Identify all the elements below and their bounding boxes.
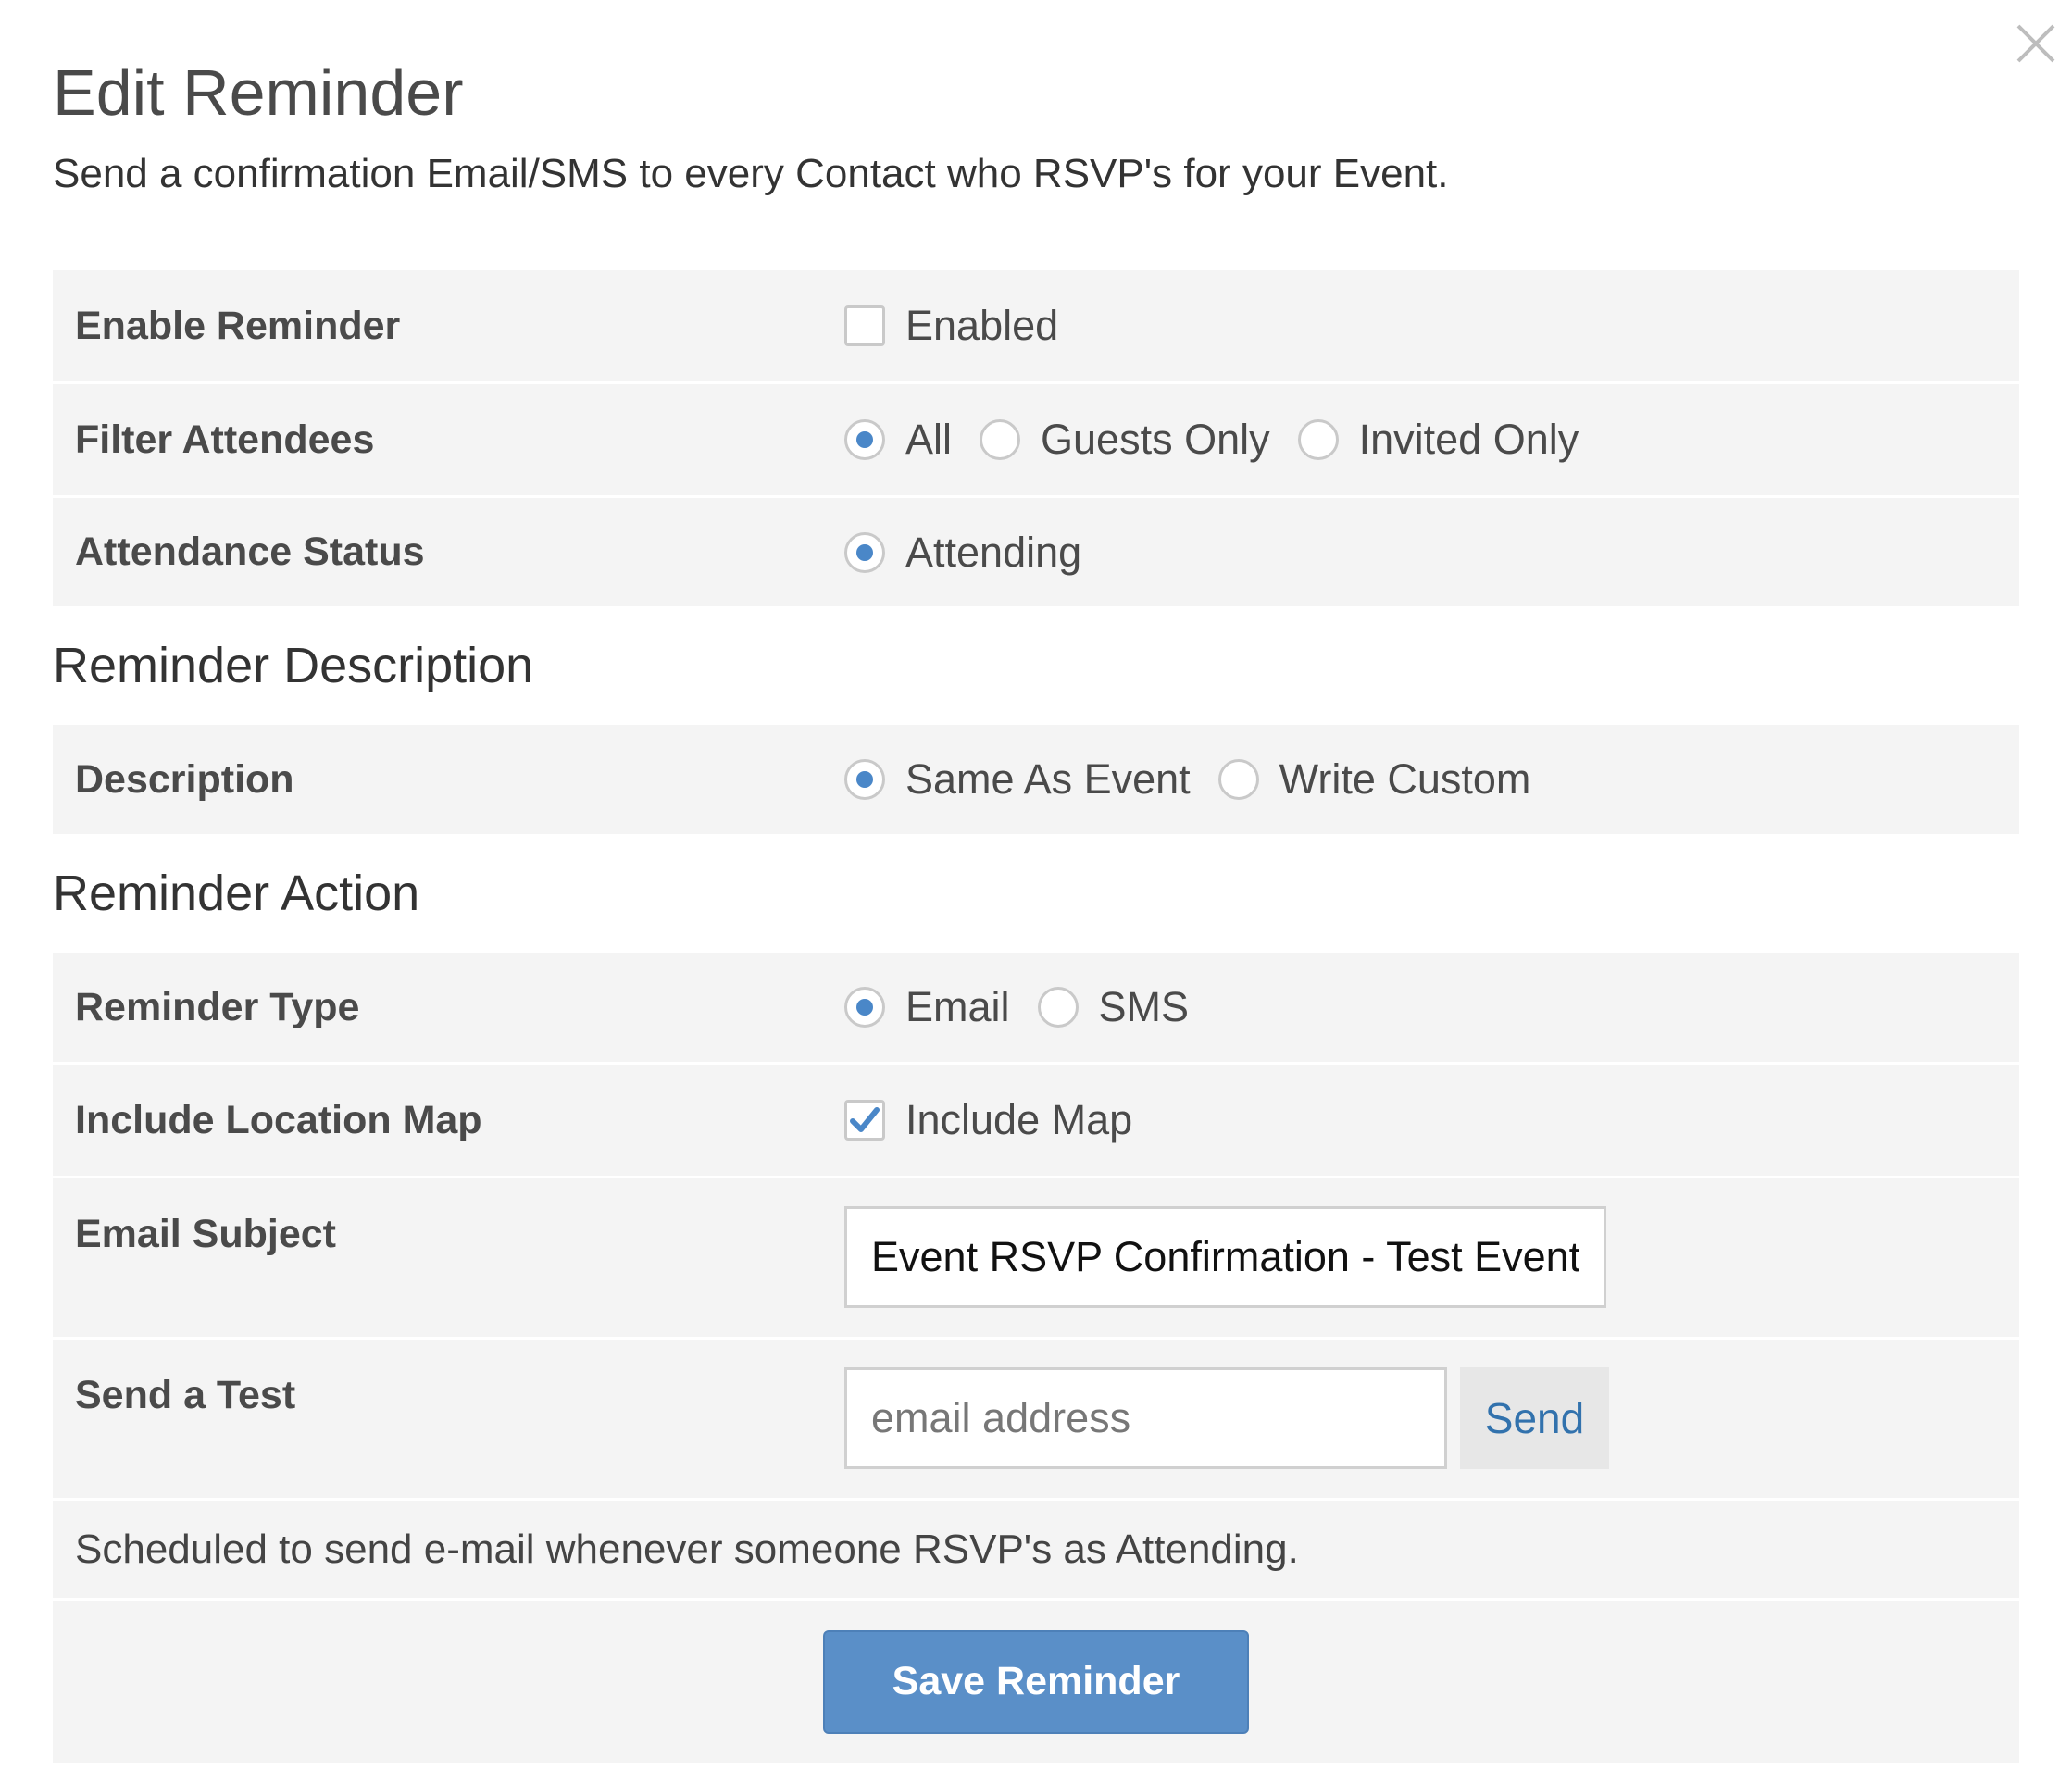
filter-invited-only-radio[interactable] [1297,419,1339,460]
save-reminder-button[interactable]: Save Reminder [823,1629,1249,1734]
include-map-label: Include Map [905,1096,1133,1143]
email-subject-label: Email Subject [75,1212,336,1256]
include-map-option[interactable]: Include Map [844,1096,1132,1144]
check-icon [850,1107,880,1132]
reminder-type-row: Reminder Type Email SMS [53,953,2019,1062]
filter-attendees-label: Filter Attendees [75,417,375,462]
schedule-note-row: Scheduled to send e-mail whenever someon… [53,1498,2019,1598]
enabled-checkbox[interactable] [844,305,885,346]
filter-option-label: All [905,416,953,463]
save-row: Save Reminder [53,1598,2019,1763]
enable-reminder-row: Enable Reminder Enabled [53,270,2019,381]
sms-radio[interactable] [1037,987,1079,1028]
reminder-action-heading: Reminder Action [53,866,420,921]
filter-option-all[interactable]: All [844,416,952,464]
reminder-type-option-label: Email [905,983,1010,1030]
description-row: Description Same As Event Write Custom [53,725,2019,834]
filter-guests-only-radio[interactable] [980,419,1021,460]
filter-attendees-row: Filter Attendees All Guests Only Invited… [53,381,2019,495]
include-map-checkbox[interactable] [844,1100,885,1141]
edit-reminder-modal: Edit Reminder Send a confirmation Email/… [0,0,2072,1770]
enable-reminder-label: Enable Reminder [75,303,401,348]
attendance-status-row: Attendance Status Attending [53,495,2019,606]
send-test-row: Send a Test Send [53,1337,2019,1498]
email-radio[interactable] [844,987,885,1028]
reminder-type-label: Reminder Type [75,984,360,1029]
settings-table: Enable Reminder Enabled Filter Attendees… [53,270,2019,606]
email-subject-input[interactable] [844,1206,1606,1308]
include-location-map-label: Include Location Map [75,1097,482,1142]
reminder-type-option-sms[interactable]: SMS [1037,983,1190,1031]
reminder-description-heading: Reminder Description [53,638,534,693]
attendance-status-label: Attendance Status [75,530,425,574]
same-as-event-radio[interactable] [844,759,885,800]
send-test-button[interactable]: Send [1460,1367,1609,1469]
page-subtitle: Send a confirmation Email/SMS to every C… [53,151,1449,196]
email-subject-row: Email Subject [53,1176,2019,1337]
include-location-map-row: Include Location Map Include Map [53,1062,2019,1176]
description-option-write-custom[interactable]: Write Custom [1217,755,1531,804]
enabled-option-label: Enabled [905,302,1059,349]
description-option-label: Write Custom [1279,755,1531,803]
page-title: Edit Reminder [53,56,464,129]
test-email-input[interactable] [844,1367,1447,1469]
reminder-type-option-email[interactable]: Email [844,983,1010,1031]
description-option-same-as-event[interactable]: Same As Event [844,755,1191,804]
attending-radio[interactable] [844,531,885,573]
close-icon[interactable] [2013,20,2059,67]
filter-option-invited-only[interactable]: Invited Only [1297,416,1579,464]
description-table: Description Same As Event Write Custom [53,725,2019,834]
action-table: Reminder Type Email SMS Include Location… [53,953,2019,1763]
filter-option-label: Guests Only [1041,416,1270,463]
send-test-label: Send a Test [75,1373,296,1417]
filter-all-radio[interactable] [844,419,885,460]
reminder-type-option-label: SMS [1098,983,1190,1030]
enabled-option[interactable]: Enabled [844,302,1058,350]
filter-option-label: Invited Only [1358,416,1579,463]
schedule-note: Scheduled to send e-mail whenever someon… [75,1526,1299,1572]
description-option-label: Same As Event [905,755,1191,803]
filter-option-guests-only[interactable]: Guests Only [980,416,1270,464]
attendance-option-attending[interactable]: Attending [844,529,1081,577]
attendance-option-label: Attending [905,528,1082,576]
description-label: Description [75,756,294,802]
write-custom-radio[interactable] [1217,759,1259,800]
